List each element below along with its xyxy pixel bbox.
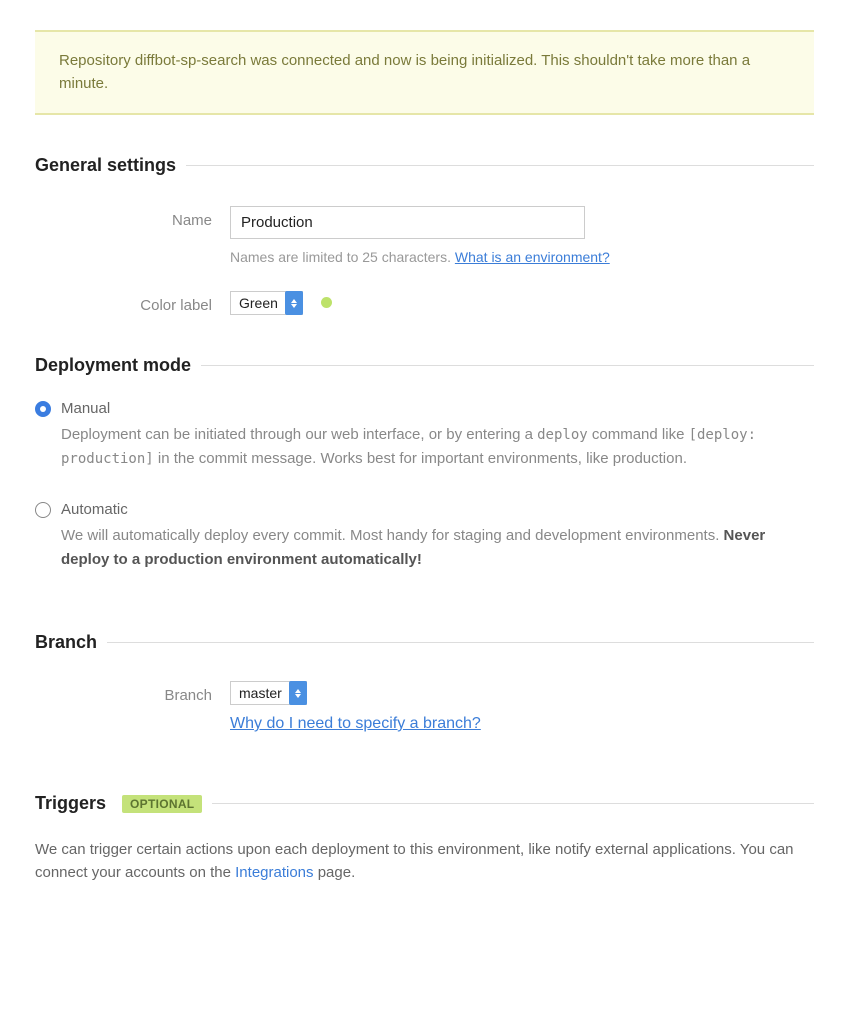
radio-manual[interactable] bbox=[35, 401, 51, 417]
name-input[interactable] bbox=[230, 206, 585, 239]
branch-header: Branch bbox=[35, 632, 814, 653]
branch-row: Branch master Why do I need to specify a… bbox=[35, 681, 814, 733]
branch-select[interactable]: master bbox=[230, 681, 307, 705]
integrations-link[interactable]: Integrations bbox=[235, 864, 313, 881]
radio-automatic-desc: We will automatically deploy every commi… bbox=[61, 524, 814, 572]
radio-manual-label: Manual bbox=[61, 400, 110, 417]
name-help: Names are limited to 25 characters. What… bbox=[230, 249, 814, 265]
general-settings-header: General settings bbox=[35, 155, 814, 176]
triggers-desc: We can trigger certain actions upon each… bbox=[35, 838, 814, 885]
triggers-header: Triggers OPTIONAL bbox=[35, 793, 814, 814]
name-label: Name bbox=[35, 206, 230, 229]
radio-automatic-label: Automatic bbox=[61, 501, 128, 518]
deployment-mode-header: Deployment mode bbox=[35, 355, 814, 376]
triggers-title: Triggers bbox=[35, 793, 106, 814]
deployment-mode-title: Deployment mode bbox=[35, 355, 191, 376]
radio-manual-desc: Deployment can be initiated through our … bbox=[61, 423, 814, 471]
color-row: Color label Green bbox=[35, 291, 814, 315]
divider bbox=[212, 803, 814, 804]
color-select[interactable]: Green bbox=[230, 291, 303, 315]
color-swatch bbox=[321, 297, 332, 308]
radio-automatic-row[interactable]: Automatic bbox=[35, 501, 814, 518]
what-is-env-link[interactable]: What is an environment? bbox=[455, 249, 610, 265]
general-settings-title: General settings bbox=[35, 155, 176, 176]
color-label: Color label bbox=[35, 291, 230, 314]
divider bbox=[107, 642, 814, 643]
optional-badge: OPTIONAL bbox=[122, 795, 202, 813]
divider bbox=[201, 365, 814, 366]
divider bbox=[186, 165, 814, 166]
init-alert: Repository diffbot-sp-search was connect… bbox=[35, 30, 814, 115]
why-branch-link[interactable]: Why do I need to specify a branch? bbox=[230, 715, 481, 732]
alert-message: Repository diffbot-sp-search was connect… bbox=[59, 52, 750, 92]
branch-title: Branch bbox=[35, 632, 97, 653]
branch-label: Branch bbox=[35, 681, 230, 704]
name-row: Name Names are limited to 25 characters.… bbox=[35, 206, 814, 265]
radio-automatic[interactable] bbox=[35, 502, 51, 518]
radio-manual-row[interactable]: Manual bbox=[35, 400, 814, 417]
